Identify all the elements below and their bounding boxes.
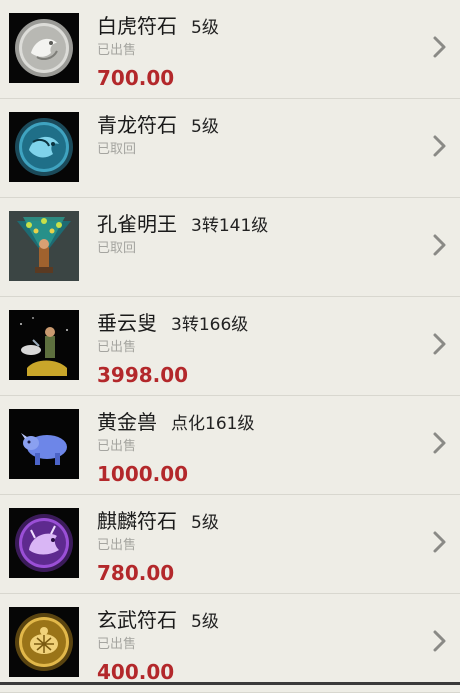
- item-level: 5级: [191, 612, 219, 632]
- item-level: 3转166级: [171, 315, 249, 335]
- cloud-elder-character-icon: [9, 310, 79, 380]
- item-name: 玄武符石 5级: [97, 608, 219, 632]
- item-name: 青龙符石 5级: [97, 113, 219, 137]
- golden-beast-pet-icon: [9, 409, 79, 479]
- item-level: 3转141级: [191, 216, 269, 236]
- item-level: 5级: [191, 117, 219, 137]
- chevron-right-icon: [430, 629, 450, 653]
- item-price: 780.00: [97, 561, 175, 585]
- item-status: 已取回: [97, 241, 137, 256]
- item-status: 已出售: [97, 637, 137, 652]
- chevron-right-icon: [430, 530, 450, 554]
- item-level: 5级: [191, 513, 219, 533]
- azure-dragon-rune-icon: [9, 112, 79, 182]
- list-item[interactable]: 麒麟符石 5级 已出售 780.00: [0, 495, 460, 594]
- item-price: 1000.00: [97, 462, 189, 486]
- item-level: 点化161级: [171, 414, 255, 434]
- black-tortoise-rune-icon: [9, 607, 79, 677]
- item-status: 已出售: [97, 439, 137, 454]
- item-level: 5级: [191, 18, 219, 38]
- item-name: 麒麟符石 5级: [97, 509, 219, 533]
- item-status: 已出售: [97, 43, 137, 58]
- item-price: 700.00: [97, 66, 175, 90]
- qilin-rune-icon: [9, 508, 79, 578]
- item-name: 黄金兽 点化161级: [97, 410, 255, 434]
- list-item[interactable]: 垂云叟 3转166级 已出售 3998.00: [0, 297, 460, 396]
- trade-record-list: 白虎符石 5级 已出售 700.00 青龙符石 5级 已取回 孔雀明王 3转14…: [0, 0, 460, 693]
- chevron-right-icon: [430, 233, 450, 257]
- item-status: 已出售: [97, 538, 137, 553]
- item-status: 已取回: [97, 142, 137, 157]
- item-name: 垂云叟 3转166级: [97, 311, 249, 335]
- list-item[interactable]: 玄武符石 5级 已出售 400.00: [0, 594, 460, 693]
- chevron-right-icon: [430, 35, 450, 59]
- item-status: 已出售: [97, 340, 137, 355]
- list-item[interactable]: 青龙符石 5级 已取回: [0, 99, 460, 198]
- list-item[interactable]: 黄金兽 点化161级 已出售 1000.00: [0, 396, 460, 495]
- white-tiger-rune-icon: [9, 13, 79, 83]
- item-price: 3998.00: [97, 363, 189, 387]
- list-item[interactable]: 白虎符石 5级 已出售 700.00: [0, 0, 460, 99]
- item-name: 白虎符石 5级: [97, 14, 219, 38]
- item-name: 孔雀明王 3转141级: [97, 212, 269, 236]
- chevron-right-icon: [430, 134, 450, 158]
- list-item[interactable]: 孔雀明王 3转141级 已取回: [0, 198, 460, 297]
- chevron-right-icon: [430, 431, 450, 455]
- peacock-king-character-icon: [9, 211, 79, 281]
- chevron-right-icon: [430, 332, 450, 356]
